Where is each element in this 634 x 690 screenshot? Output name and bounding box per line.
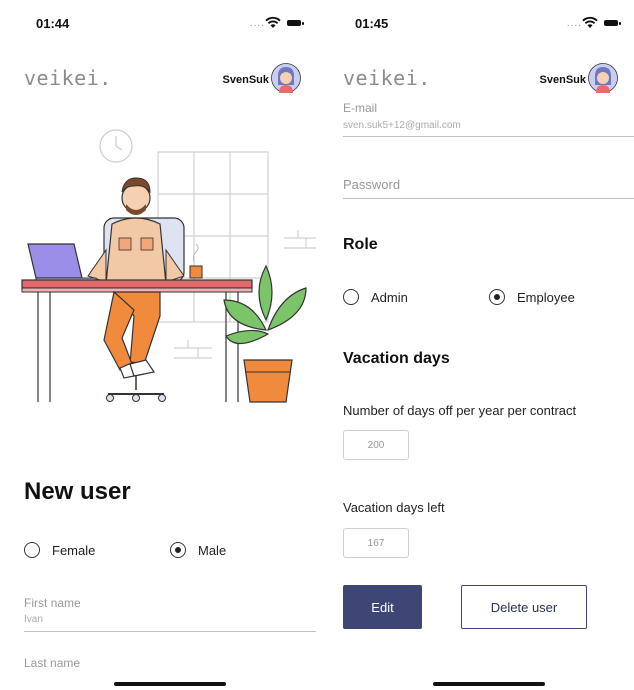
employee-label: Employee <box>517 289 575 305</box>
wifi-icon <box>265 16 281 28</box>
role-heading: Role <box>343 236 378 253</box>
status-time: 01:44 <box>36 16 70 31</box>
office-illustration <box>21 129 316 403</box>
role-employee-option[interactable]: Employee <box>489 289 575 305</box>
gender-male-option[interactable]: Male <box>170 542 226 558</box>
last-name-field[interactable]: Last name <box>24 656 80 670</box>
days-per-year-input[interactable]: 200 <box>343 430 409 460</box>
password-field[interactable]: Password <box>343 177 400 192</box>
battery-icon <box>287 20 304 26</box>
admin-radio[interactable] <box>343 289 359 305</box>
status-time: 01:45 <box>355 16 389 31</box>
role-admin-option[interactable]: Admin <box>343 289 408 305</box>
email-underline <box>343 136 634 137</box>
app-logo[interactable]: veikei. <box>343 66 431 90</box>
avatar[interactable] <box>271 63 301 93</box>
first-name-underline <box>24 631 316 632</box>
female-radio[interactable] <box>24 542 40 558</box>
days-per-year-label: Number of days off per year per contract <box>343 403 577 418</box>
username[interactable]: SvenSuk <box>540 74 586 86</box>
status-bar: 01:45 .... <box>317 16 634 38</box>
battery-icon <box>604 20 621 26</box>
home-indicator <box>433 682 545 686</box>
delete-user-button[interactable]: Delete user <box>461 585 587 629</box>
page-title: New user <box>24 478 131 505</box>
wifi-icon <box>582 16 598 28</box>
male-radio[interactable] <box>170 542 186 558</box>
email-field[interactable]: sven.suk5+12@gmail.com <box>343 120 461 131</box>
vacation-days-left-input[interactable]: 167 <box>343 528 409 558</box>
first-name-label: First name <box>24 596 81 610</box>
username[interactable]: SvenSuk <box>223 74 269 86</box>
admin-label: Admin <box>371 289 408 305</box>
status-bar: 01:44 .... <box>0 16 317 38</box>
avatar[interactable] <box>588 63 618 93</box>
edit-user-screen: 01:45 .... veikei. SvenSuk E-mail sven.s… <box>317 0 634 690</box>
female-label: Female <box>52 542 96 558</box>
gender-female-option[interactable]: Female <box>24 542 95 558</box>
edit-button[interactable]: Edit <box>343 585 422 629</box>
home-indicator <box>114 682 226 686</box>
male-label: Male <box>198 542 227 558</box>
app-logo[interactable]: veikei. <box>24 66 112 90</box>
vacation-heading: Vacation days <box>343 350 450 367</box>
cellular-signal-icon: .... <box>566 18 582 29</box>
password-underline <box>343 198 634 199</box>
email-label: E-mail <box>343 101 378 115</box>
employee-radio[interactable] <box>489 289 505 305</box>
cellular-signal-icon: .... <box>249 18 265 29</box>
vacation-days-left-label: Vacation days left <box>343 500 445 515</box>
new-user-screen: 01:44 .... veikei. SvenSuk New user Fema… <box>0 0 317 690</box>
first-name-field[interactable]: Ivan <box>24 614 43 625</box>
